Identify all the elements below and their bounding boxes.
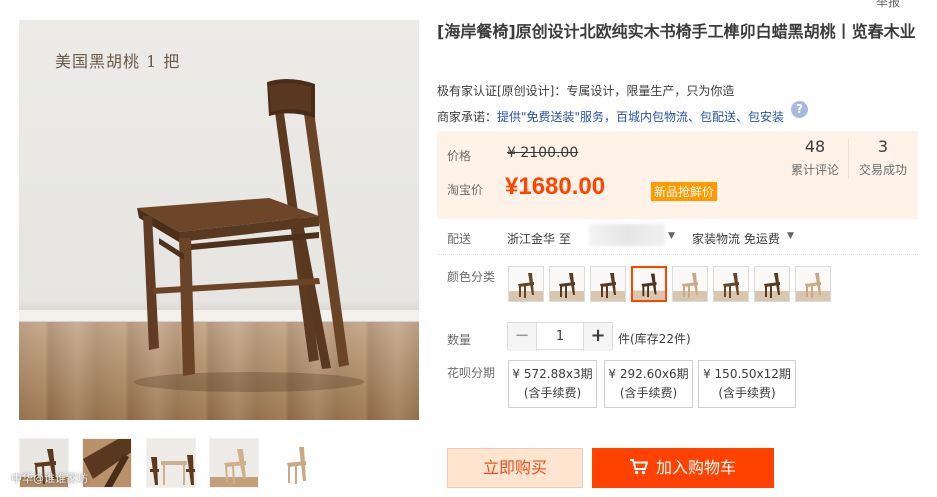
add-to-cart-button[interactable]: 加入购物车 xyxy=(592,448,774,488)
installment-fee: (含手续费) xyxy=(523,386,582,400)
installment-label: 花呗分期 xyxy=(447,366,496,380)
product-subtitle: 极有家认证[原创设计]：专属设计，限量生产，只为你造 xyxy=(437,84,735,98)
color-swatch-6[interactable] xyxy=(713,266,749,302)
color-swatch-1[interactable] xyxy=(508,266,544,302)
swatch-chair-icon xyxy=(633,273,665,300)
thumbnail-2[interactable] xyxy=(82,438,132,488)
help-icon[interactable]: ? xyxy=(791,101,808,118)
chair-closeup-thumb-icon xyxy=(83,439,131,487)
sales-count: 3 xyxy=(877,137,889,156)
color-swatch-8[interactable] xyxy=(795,266,831,302)
installment-option-6[interactable]: ¥ 292.60x6期 (含手续费) xyxy=(604,360,693,408)
quantity-minus-button[interactable]: − xyxy=(508,323,536,351)
shipping-label: 配送 xyxy=(447,232,472,246)
oak-chair-side-thumb-icon xyxy=(273,439,321,487)
sales-label: 交易成功 xyxy=(858,163,907,177)
quantity-input[interactable]: 1 xyxy=(536,323,584,351)
installment-option-12[interactable]: ¥ 150.50x12期 (含手续费) xyxy=(698,360,796,408)
destination-selector[interactable] xyxy=(589,224,665,246)
product-title: [海岸餐椅]原创设计北欧纯实木书椅手工榫卯白蜡黑胡桃丨览春木业 xyxy=(437,22,916,41)
installment-options: ¥ 572.88x3期 (含手续费) ¥ 292.60x6期 (含手续费) ¥ … xyxy=(508,360,808,408)
quantity-stepper: − 1 + xyxy=(507,322,613,351)
stock-info: 件(库存22件) xyxy=(618,332,691,346)
promo-price-label: 淘宝价 xyxy=(447,183,484,197)
watermark: 中华@谁谁家坊 xyxy=(11,472,88,485)
installment-price: ¥ 292.60x6期 xyxy=(608,367,689,381)
installment-option-3[interactable]: ¥ 572.88x3期 (含手续费) xyxy=(508,360,597,408)
shipping-caret-icon[interactable]: ▼ xyxy=(787,231,794,241)
color-swatch-7[interactable] xyxy=(754,266,790,302)
promise-text[interactable]: 提供"免费送装"服务，百城内包物流、包配送、包安装 xyxy=(497,110,784,124)
oak-chair-thumb-icon xyxy=(210,439,258,487)
ship-from: 浙江金华 至 xyxy=(507,232,571,246)
main-product-image[interactable]: 美国黑胡桃 1 把 xyxy=(19,20,419,420)
dining-set-thumb-icon xyxy=(147,439,195,487)
buy-now-button[interactable]: 立即购买 xyxy=(447,448,583,488)
swatch-chair-icon xyxy=(550,273,584,301)
thumbnail-5[interactable] xyxy=(272,438,322,488)
orig-price-label: 价格 xyxy=(447,149,472,163)
stats-divider xyxy=(848,139,849,179)
add-to-cart-label: 加入购物车 xyxy=(655,458,736,477)
merchant-promise: 商家承诺：提供"免费送装"服务，百城内包物流、包配送、包安装 xyxy=(437,108,784,125)
installment-price: ¥ 150.50x12期 xyxy=(703,367,791,381)
report-link[interactable]: 举报 xyxy=(876,0,900,10)
swatch-chair-icon xyxy=(591,273,625,301)
installment-price: ¥ 572.88x3期 xyxy=(512,367,593,381)
color-swatch-4[interactable] xyxy=(631,266,667,302)
orig-price: ¥ 2100.00 xyxy=(507,145,579,161)
thumbnail-4[interactable] xyxy=(209,438,259,488)
chair-illustration xyxy=(134,78,364,392)
quantity-plus-button[interactable]: + xyxy=(584,323,612,351)
cart-icon xyxy=(629,459,648,475)
swatch-chair-icon xyxy=(796,273,830,301)
swatch-chair-icon xyxy=(673,273,707,301)
destination-caret-icon[interactable]: ▼ xyxy=(668,231,675,241)
price-panel: 价格 ¥ 2100.00 淘宝价 ¥1680.00 新品抢鲜价 48 累计评论 … xyxy=(437,131,918,219)
color-swatch-3[interactable] xyxy=(590,266,626,302)
swatch-chair-icon xyxy=(714,273,748,301)
divider xyxy=(437,254,918,255)
image-caption: 美国黑胡桃 1 把 xyxy=(55,52,181,71)
thumbnail-3[interactable] xyxy=(146,438,196,488)
color-label: 颜色分类 xyxy=(447,270,496,284)
promise-label: 商家承诺： xyxy=(437,110,498,124)
swatch-chair-icon xyxy=(509,273,543,301)
color-swatch-5[interactable] xyxy=(672,266,708,302)
swatch-chair-icon xyxy=(755,273,789,301)
reviews-count[interactable]: 48 xyxy=(785,137,845,156)
quantity-label: 数量 xyxy=(447,333,472,347)
shipping-method[interactable]: 家装物流 免运费 xyxy=(692,230,780,247)
installment-fee: (含手续费) xyxy=(718,386,776,400)
color-swatch-2[interactable] xyxy=(549,266,585,302)
color-swatches xyxy=(508,266,838,302)
reviews-label[interactable]: 累计评论 xyxy=(785,161,845,178)
installment-fee: (含手续费) xyxy=(619,386,678,400)
promo-price: ¥1680.00 xyxy=(505,173,606,200)
promo-badge: 新品抢鲜价 xyxy=(651,182,718,201)
